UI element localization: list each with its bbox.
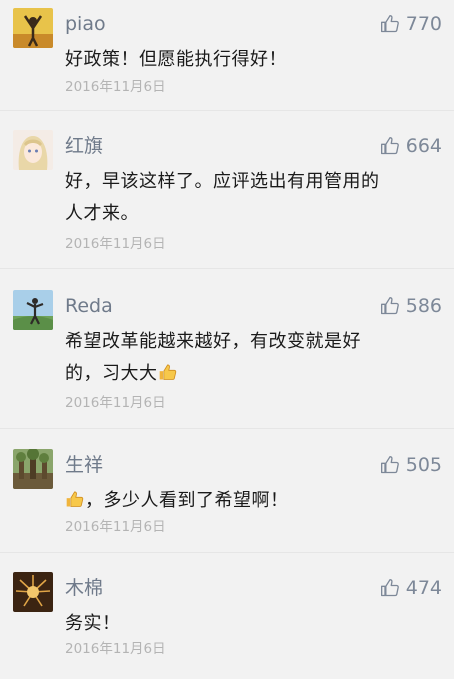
- like-count[interactable]: 586: [380, 294, 442, 318]
- like-count[interactable]: 474: [380, 576, 442, 600]
- commenter-name[interactable]: piao: [65, 12, 106, 36]
- like-count-value: 770: [405, 13, 442, 35]
- like-count[interactable]: 664: [380, 134, 442, 158]
- commenter-name[interactable]: 红旗: [65, 134, 103, 158]
- comment-text-fragment: 的，习大大: [65, 363, 158, 384]
- comment-text-line: 人才来。: [65, 203, 139, 224]
- avatar[interactable]: [13, 449, 53, 489]
- comment-date: 2016年11月6日: [65, 79, 166, 95]
- comment-date: 2016年11月6日: [65, 236, 166, 252]
- comment-text-line: 务实！: [65, 613, 121, 634]
- like-count[interactable]: 770: [380, 12, 442, 36]
- like-count-value: 586: [405, 295, 442, 317]
- commenter-name[interactable]: 生祥: [65, 453, 103, 477]
- divider: [0, 110, 454, 111]
- like-count-value: 505: [405, 454, 442, 476]
- thumbs-up-icon[interactable]: [380, 578, 400, 598]
- comment-date: 2016年11月6日: [65, 395, 166, 411]
- divider: [0, 428, 454, 429]
- comment-text-line: 好，早该这样了。应评选出有用管用的: [65, 171, 380, 192]
- comment-text: 好政策！但愿能执行得好！: [65, 44, 425, 76]
- like-count-value: 664: [405, 135, 442, 157]
- comment-date: 2016年11月6日: [65, 519, 166, 535]
- divider: [0, 268, 454, 269]
- comment-text-line: 的，习大大: [65, 358, 425, 390]
- avatar[interactable]: [13, 130, 53, 170]
- comment-text: 务实！: [65, 608, 425, 640]
- comment-text-fragment: ，多少人看到了希望啊！: [85, 490, 289, 511]
- thumbs-up-icon[interactable]: [380, 136, 400, 156]
- comment-text: ，多少人看到了希望啊！: [65, 485, 425, 517]
- divider: [0, 552, 454, 553]
- comment-text: 希望改革能越来越好，有改变就是好 的，习大大: [65, 326, 425, 390]
- comment-date: 2016年11月6日: [65, 641, 166, 657]
- avatar[interactable]: [13, 8, 53, 48]
- thumbs-up-emoji-icon: [158, 361, 178, 381]
- commenter-name[interactable]: Reda: [65, 294, 113, 318]
- like-count-value: 474: [405, 577, 442, 599]
- comment-text: 好，早该这样了。应评选出有用管用的 人才来。: [65, 166, 425, 230]
- avatar[interactable]: [13, 290, 53, 330]
- avatar[interactable]: [13, 572, 53, 612]
- thumbs-up-icon[interactable]: [380, 14, 400, 34]
- thumbs-up-icon[interactable]: [380, 296, 400, 316]
- commenter-name[interactable]: 木棉: [65, 576, 103, 600]
- comment-text-line: 希望改革能越来越好，有改变就是好: [65, 331, 361, 352]
- thumbs-up-icon[interactable]: [380, 455, 400, 475]
- like-count[interactable]: 505: [380, 453, 442, 477]
- comment-text-line: 好政策！但愿能执行得好！: [65, 49, 287, 70]
- thumbs-up-emoji-icon: [65, 488, 85, 508]
